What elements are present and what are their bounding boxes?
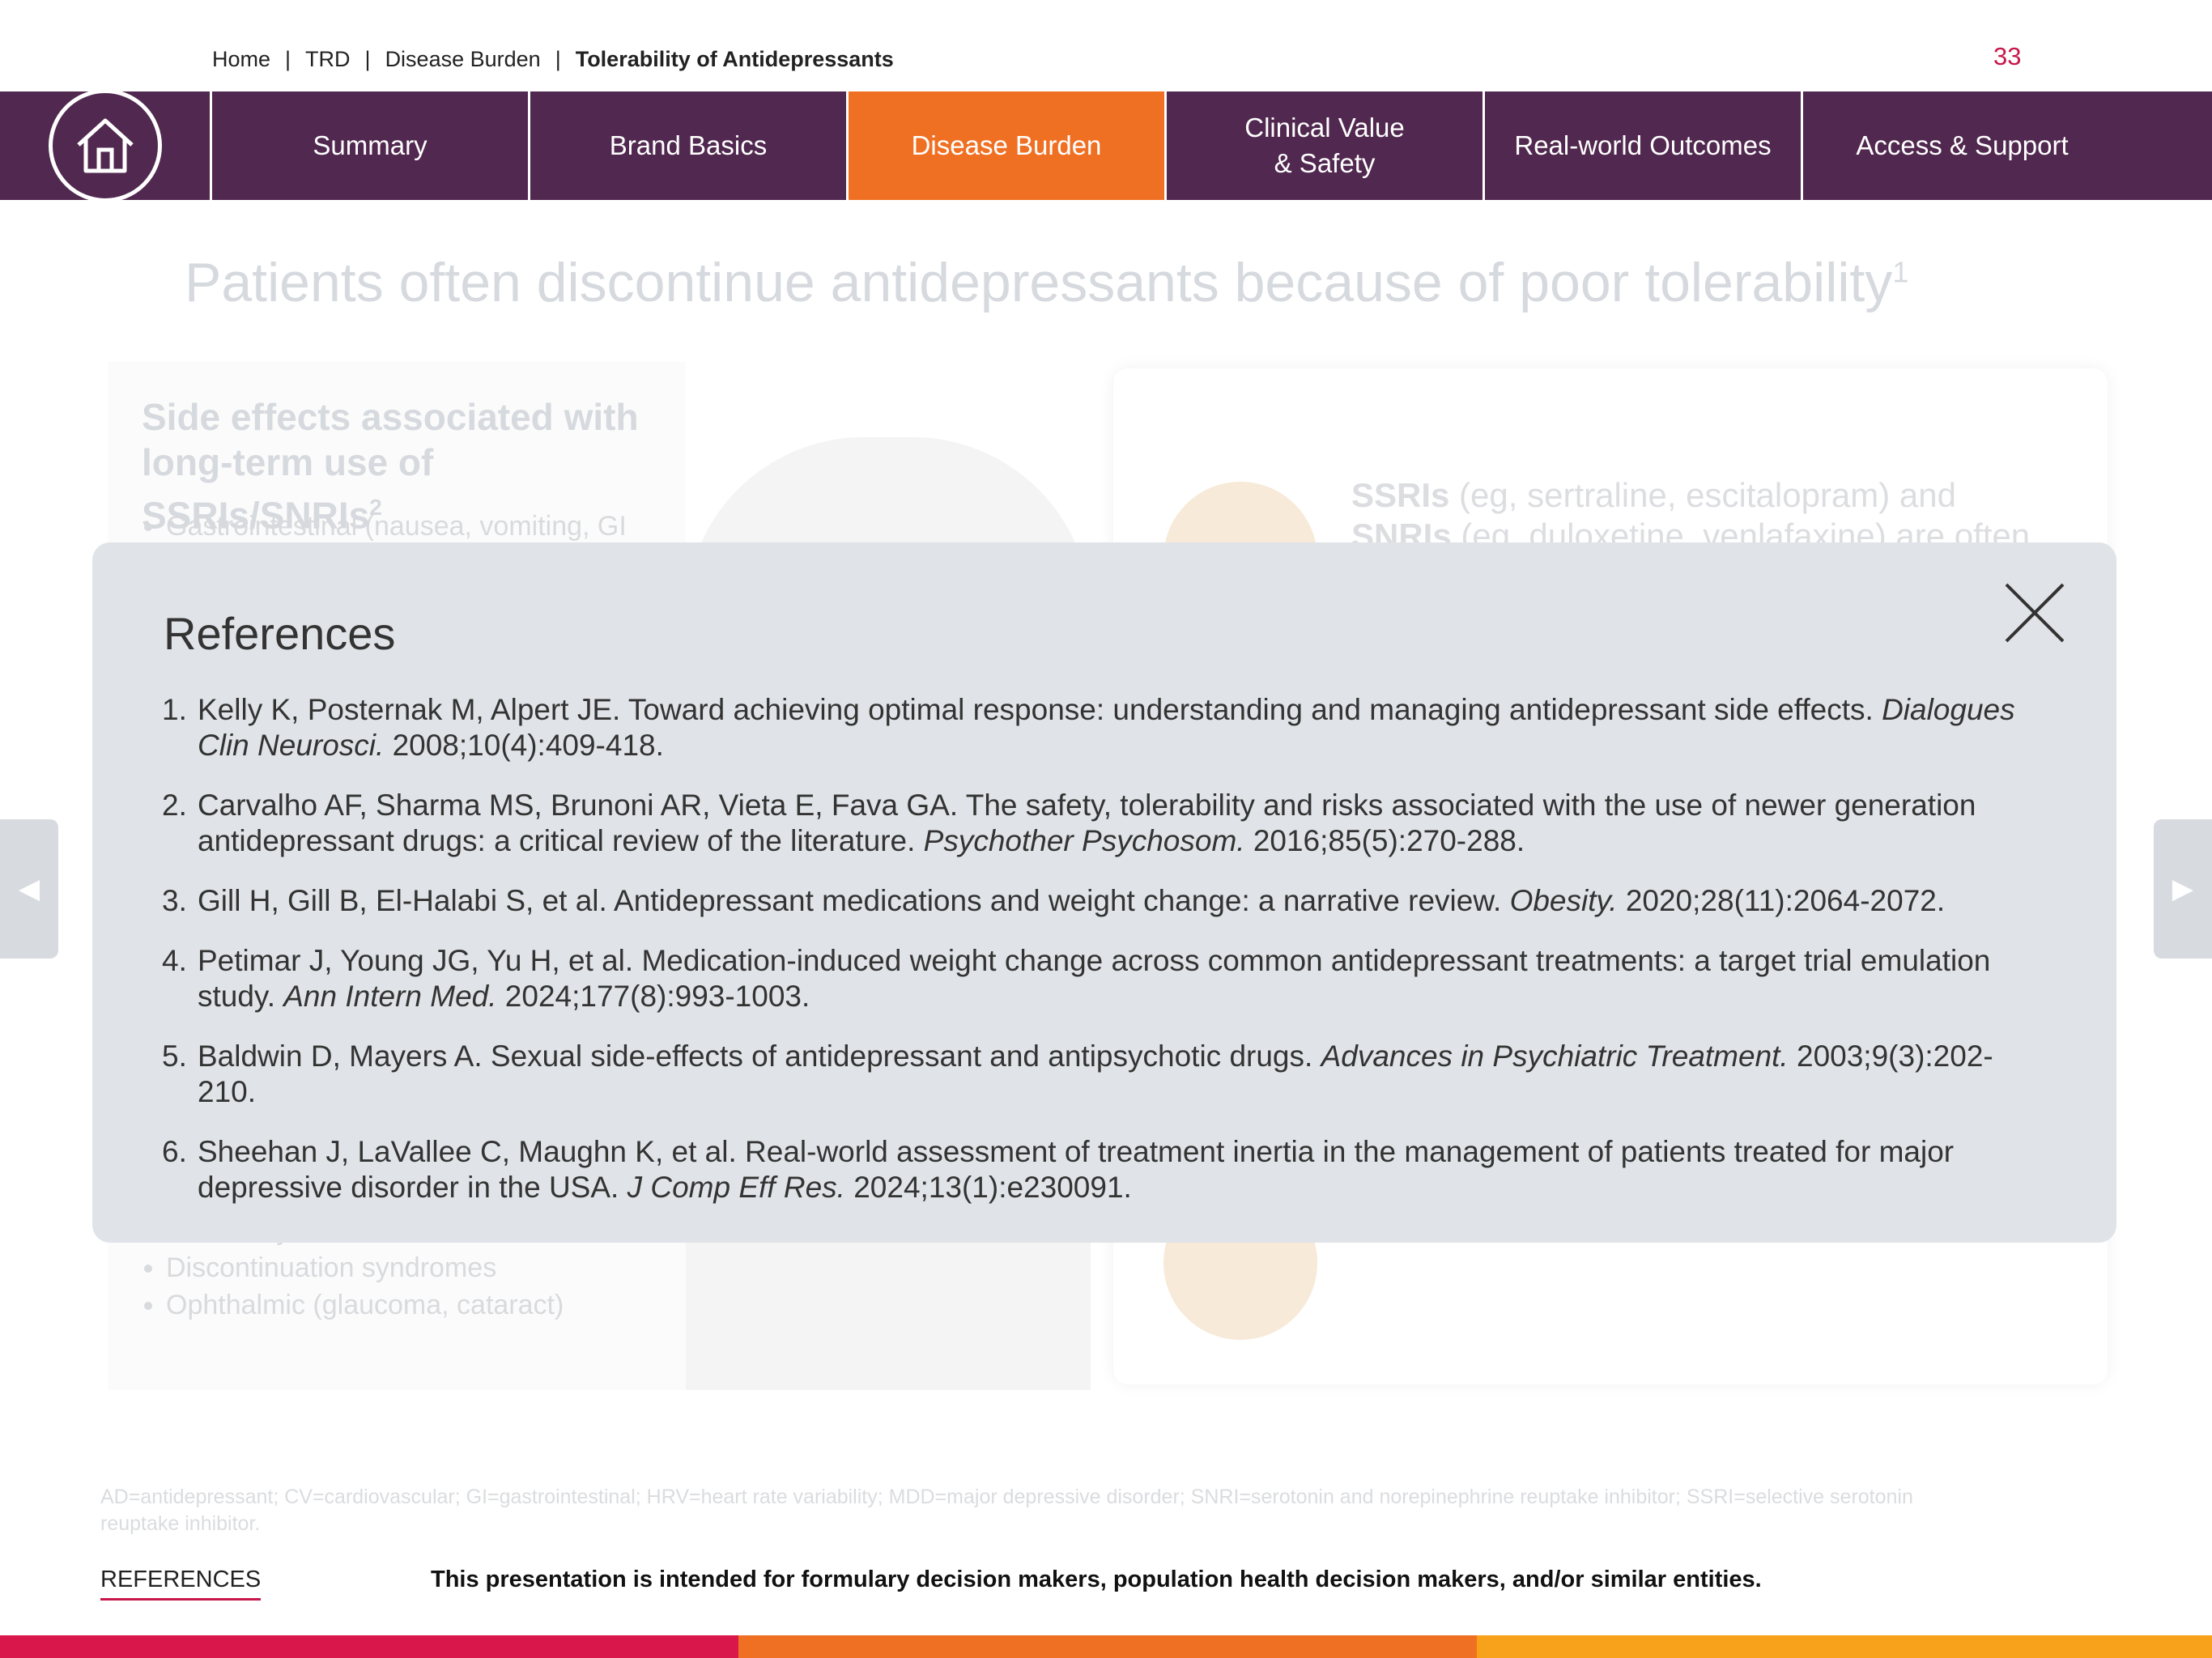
tab-brand-basics[interactable]: Brand Basics	[530, 91, 849, 200]
close-icon	[2005, 583, 2065, 643]
tab-access-support[interactable]: Access & Support	[1803, 91, 2121, 200]
list-item: Gastrointestinal (nausea, vomiting, GI	[166, 508, 627, 545]
tab-real-world-outcomes[interactable]: Real-world Outcomes	[1485, 91, 1803, 200]
references-list: 1. Kelly K, Posternak M, Alpert JE. Towar…	[162, 692, 2048, 1230]
color-bar-yellow	[1477, 1635, 2212, 1658]
reference-item: 6. Sheehan J, LaVallee C, Maughn K, et al…	[162, 1135, 1955, 1204]
home-button[interactable]	[0, 89, 212, 202]
right-arrow-icon: ▶	[2172, 874, 2194, 904]
reference-item: 4. Petimar J, Young JG, Yu H, et al. Medi…	[162, 944, 1991, 1013]
tab-clinical-value-safety[interactable]: Clinical Value & Safety	[1167, 91, 1485, 200]
list-item: Discontinuation syndromes	[166, 1249, 564, 1286]
breadcrumb-separator: |	[364, 47, 371, 71]
page-number: 33	[1993, 42, 2022, 70]
tab-summary[interactable]: Summary	[212, 91, 530, 200]
reference-item: 2. Carvalho AF, Sharma MS, Brunoni AR, Vi…	[162, 789, 1976, 857]
color-bar-red	[0, 1635, 738, 1658]
breadcrumb: Home | TRD | Disease Burden | Tolerabili…	[212, 47, 894, 72]
reference-item: 3. Gill H, Gill B, El-Halabi S, et al. An…	[162, 884, 1946, 917]
previous-slide-button[interactable]: ◀	[0, 819, 58, 959]
breadcrumb-disease-burden[interactable]: Disease Burden	[385, 47, 541, 72]
breadcrumb-separator: |	[285, 47, 291, 71]
next-slide-button[interactable]: ▶	[2154, 819, 2212, 959]
color-bar-orange	[738, 1635, 1477, 1658]
tab-disease-burden[interactable]: Disease Burden	[849, 91, 1167, 200]
brand-color-bar	[0, 1635, 2212, 1658]
reference-item: 1. Kelly K, Posternak M, Alpert JE. Towar…	[162, 693, 2015, 762]
close-button[interactable]	[2003, 581, 2066, 644]
list-item: Ophthalmic (glaucoma, cataract)	[166, 1286, 564, 1324]
footnote-marker: 1	[1892, 255, 1909, 289]
main-nav: Summary Brand Basics Disease Burden Clin…	[0, 89, 2212, 202]
abbreviations-footnote: AD=antidepressant; CV=cardiovascular; GI…	[100, 1486, 1913, 1535]
page-title: Patients often discontinue antidepressan…	[185, 252, 1909, 313]
breadcrumb-separator: |	[555, 47, 561, 71]
modal-title: References	[164, 608, 396, 659]
breadcrumb-trd[interactable]: TRD	[305, 47, 351, 72]
side-effects-list: Gastrointestinal (nausea, vomiting, GI	[142, 508, 627, 545]
references-modal: References 1. Kelly K, Posternak M, Alper…	[92, 542, 2116, 1243]
disclaimer-text: This presentation is intended for formul…	[431, 1567, 1762, 1592]
breadcrumb-home[interactable]: Home	[212, 47, 270, 72]
breadcrumb-current: Tolerability of Antidepressants	[575, 47, 894, 71]
reference-item: 5. Baldwin D, Mayers A. Sexual side-effec…	[162, 1039, 1993, 1108]
left-arrow-icon: ◀	[18, 874, 40, 904]
home-icon	[48, 89, 162, 202]
references-link[interactable]: REFERENCES	[100, 1567, 262, 1601]
